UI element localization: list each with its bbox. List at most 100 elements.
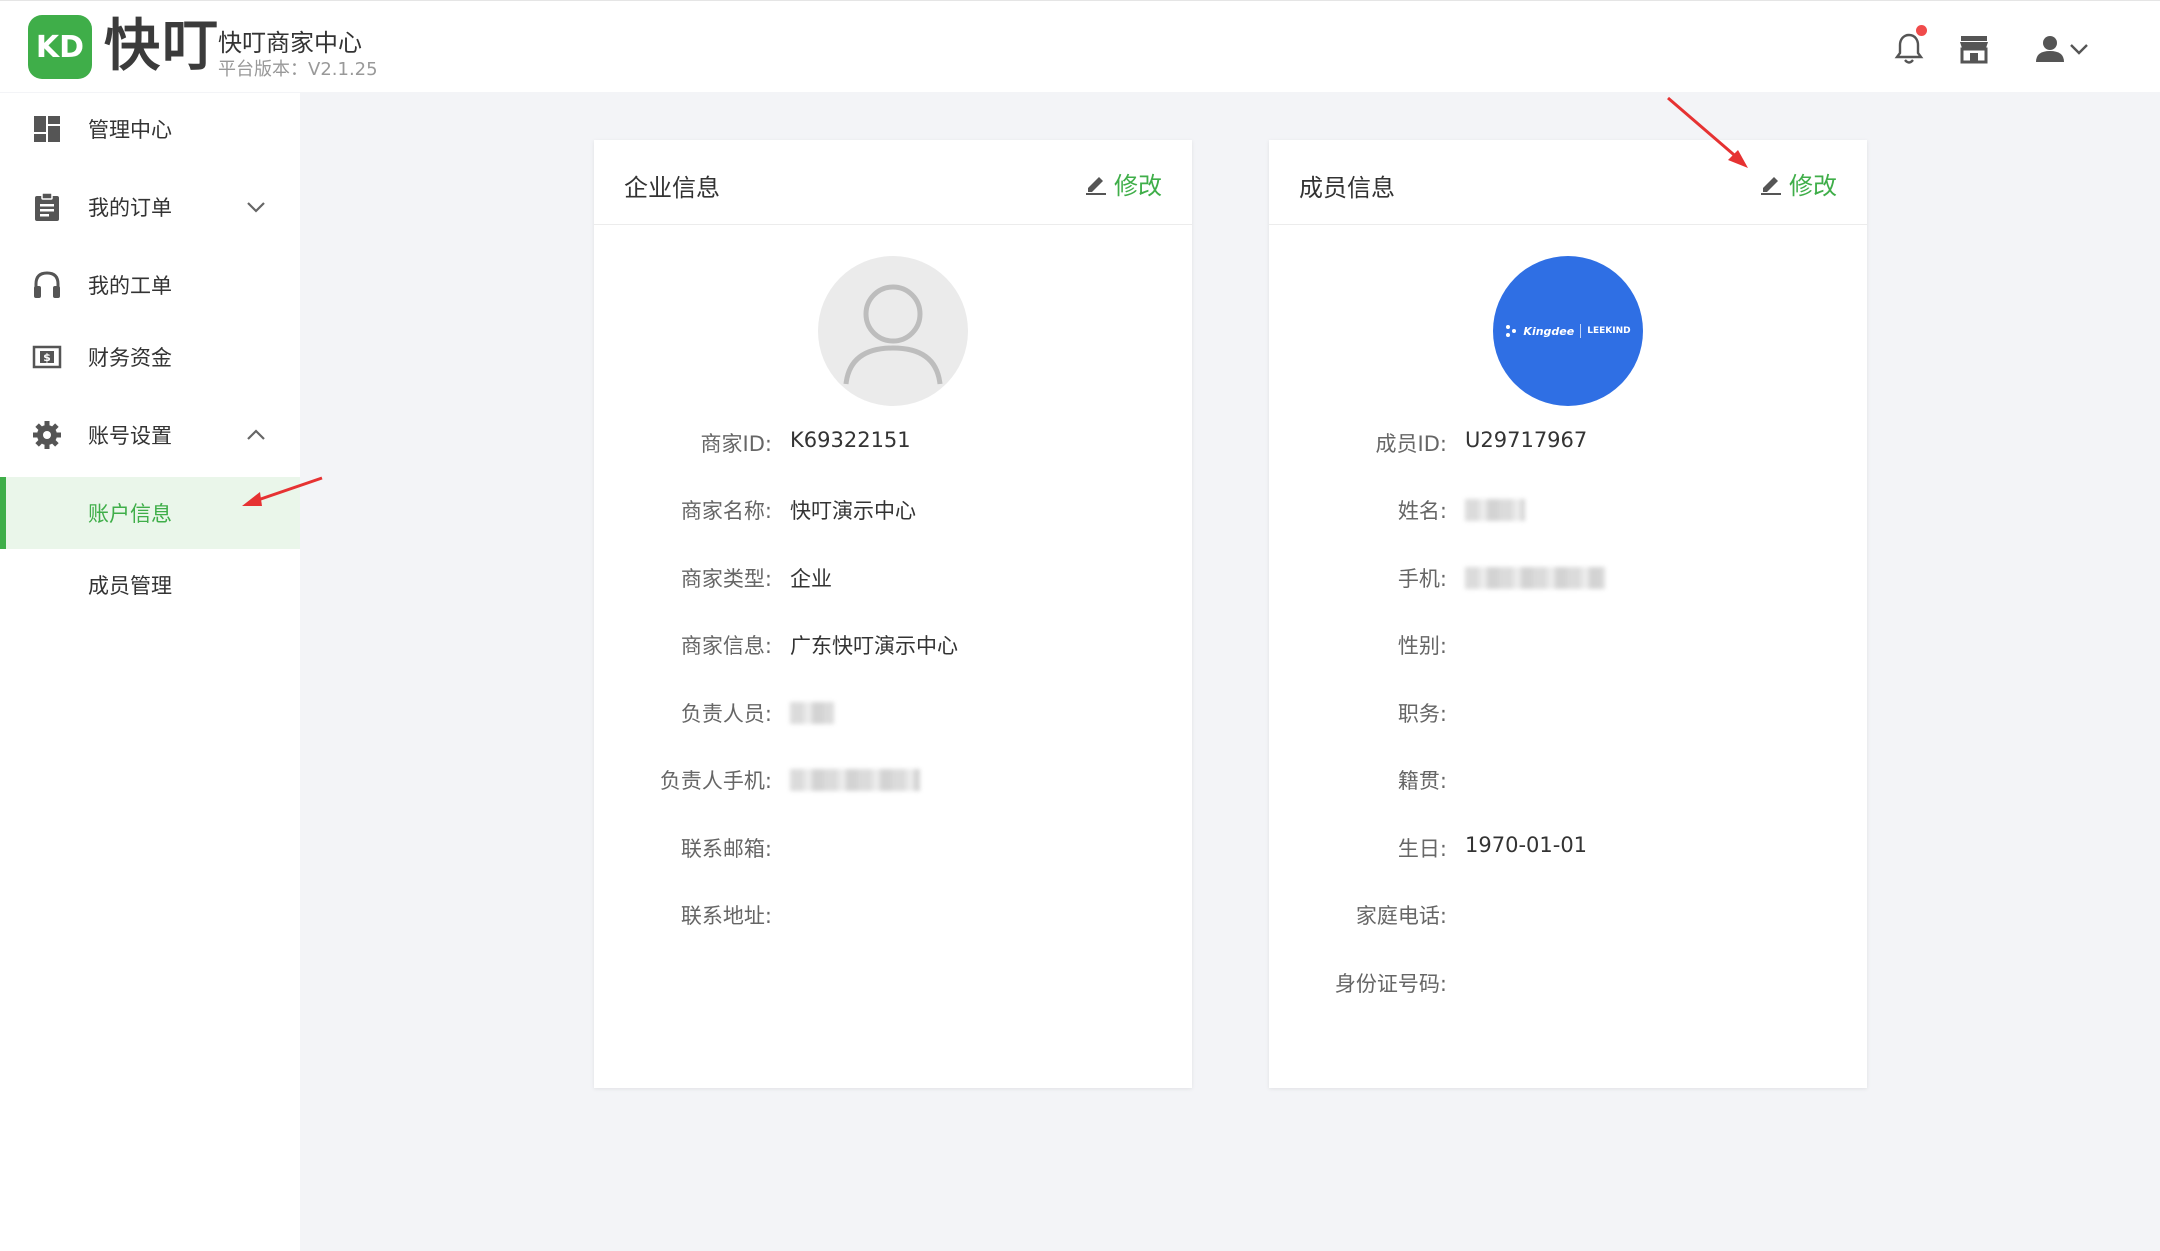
field-label: 手机: [1397,567,1447,591]
card-title: 成员信息 [1299,174,1395,202]
sidebar-item-orders[interactable]: 我的订单 [0,171,300,243]
card-header: 企业信息 修改 [594,140,1192,225]
avatar-brand-text: Kingdee [1523,324,1575,338]
chevron-down-icon [2070,44,2088,55]
field-merchant-info: 商家信息: 广东快叮演示中心 [594,630,1192,660]
edit-label: 修改 [1114,172,1162,200]
field-birthday: 生日: 1970-01-01 [1269,833,1867,863]
card-header: 成员信息 修改 [1269,140,1867,225]
field-label: 姓名: [1397,499,1447,523]
sidebar: 管理中心 我的订单 我的工单 $ 财务资金 账号设置 账户信息 成员管理 [0,93,300,1251]
store-icon [1960,36,1988,64]
field-label: 商家信息: [680,634,772,658]
brand-version: 平台版本：V2.1.25 [218,59,378,80]
notification-dot [1916,25,1927,36]
field-label: 成员ID: [1375,432,1447,456]
member-avatar: Kingdee LEEKIND [1493,256,1643,406]
edit-member-button[interactable]: 修改 [1759,166,1837,201]
field-phone: 手机: [1269,563,1867,593]
sidebar-item-tickets[interactable]: 我的工单 [0,249,300,321]
notification-button[interactable] [1889,25,1929,69]
field-label: 家庭电话: [1355,904,1447,928]
store-button[interactable] [1954,29,1994,69]
sidebar-item-label: 管理中心 [88,118,172,142]
field-contact-address: 联系地址: [594,900,1192,930]
field-name: 姓名: [1269,495,1867,525]
field-label: 商家ID: [700,432,772,456]
avatar-brand-text-2: LEEKIND [1587,326,1631,336]
avatar-divider [1580,324,1582,338]
field-native-place: 籍贯: [1269,765,1867,795]
company-avatar [818,256,968,406]
user-icon [2036,36,2064,62]
field-responsible-phone: 负责人手机: [594,765,1192,795]
svg-text:$: $ [43,351,51,364]
edit-icon [1761,176,1781,195]
default-avatar-icon [818,256,968,406]
field-label: 商家名称: [680,499,772,523]
field-value: K69322151 [790,428,911,452]
field-value: 1970-01-01 [1465,833,1588,857]
field-label: 联系邮箱: [680,837,772,861]
field-label: 身份证号码: [1334,972,1447,996]
redacted-value [1465,567,1605,589]
sidebar-item-account-settings[interactable]: 账号设置 [0,399,300,471]
sidebar-item-label: 我的订单 [88,196,172,220]
field-merchant-id: 商家ID: K69322151 [594,428,1192,458]
company-info-card: 企业信息 修改 商家ID: K69322151 商家名称: 快叮演示中心 商家类… [594,140,1192,1088]
chevron-up-icon [244,423,268,447]
field-label: 生日: [1397,837,1447,861]
field-home-phone: 家庭电话: [1269,900,1867,930]
top-header: KD 快叮 快叮商家中心 平台版本：V2.1.25 [0,0,2160,92]
field-position: 职务: [1269,698,1867,728]
field-merchant-type: 商家类型: 企业 [594,563,1192,593]
sidebar-subitem-label: 成员管理 [88,574,172,598]
field-merchant-name: 商家名称: 快叮演示中心 [594,495,1192,525]
brand-title: 快叮商家中心 [218,29,362,57]
bell-icon [1894,33,1924,64]
field-responsible-person: 负责人员: [594,698,1192,728]
chevron-down-icon [244,195,268,219]
logo-mark[interactable]: KD [28,15,92,79]
field-label: 商家类型: [680,567,772,591]
field-label: 性别: [1397,634,1447,658]
member-info-card: 成员信息 修改 Kingdee LEEKIND 成员ID: U29717967 … [1269,140,1867,1088]
field-member-id: 成员ID: U29717967 [1269,428,1867,458]
field-value: 快叮演示中心 [790,499,916,523]
redacted-value [790,702,834,724]
redacted-value [1465,499,1525,521]
annotation-arrow-icon [242,476,323,506]
kingdee-logo-icon [1506,325,1517,337]
clipboard-icon [32,192,62,222]
edit-company-button[interactable]: 修改 [1084,166,1162,201]
field-value: 企业 [790,567,832,591]
sidebar-item-management[interactable]: 管理中心 [0,93,300,165]
sidebar-item-finance[interactable]: $ 财务资金 [0,321,300,393]
field-label: 联系地址: [680,904,772,928]
logo-mark-text: KD [35,29,85,65]
card-title: 企业信息 [624,174,720,202]
field-label: 籍贯: [1397,769,1447,793]
field-label: 负责人员: [680,702,772,726]
headset-icon [32,270,62,300]
gear-icon [32,420,62,450]
sidebar-item-label: 账号设置 [88,424,172,448]
logo-text: 快叮 [104,14,220,79]
field-gender: 性别: [1269,630,1867,660]
field-label: 职务: [1397,702,1447,726]
sidebar-item-label: 我的工单 [88,274,172,298]
money-icon: $ [32,342,62,372]
annotation-arrow-icon [1667,96,1748,168]
field-id-number: 身份证号码: [1269,968,1867,998]
edit-icon [1086,176,1106,195]
sidebar-subitem-member-management[interactable]: 成员管理 [0,549,300,621]
field-value: 广东快叮演示中心 [790,634,958,658]
user-menu-button[interactable] [2030,29,2094,69]
sidebar-item-label: 财务资金 [88,346,172,370]
edit-label: 修改 [1789,172,1837,200]
sidebar-subitem-label: 账户信息 [88,502,172,526]
field-contact-email: 联系邮箱: [594,833,1192,863]
field-label: 负责人手机: [659,769,772,793]
redacted-value [790,769,920,791]
dashboard-icon [32,114,62,144]
